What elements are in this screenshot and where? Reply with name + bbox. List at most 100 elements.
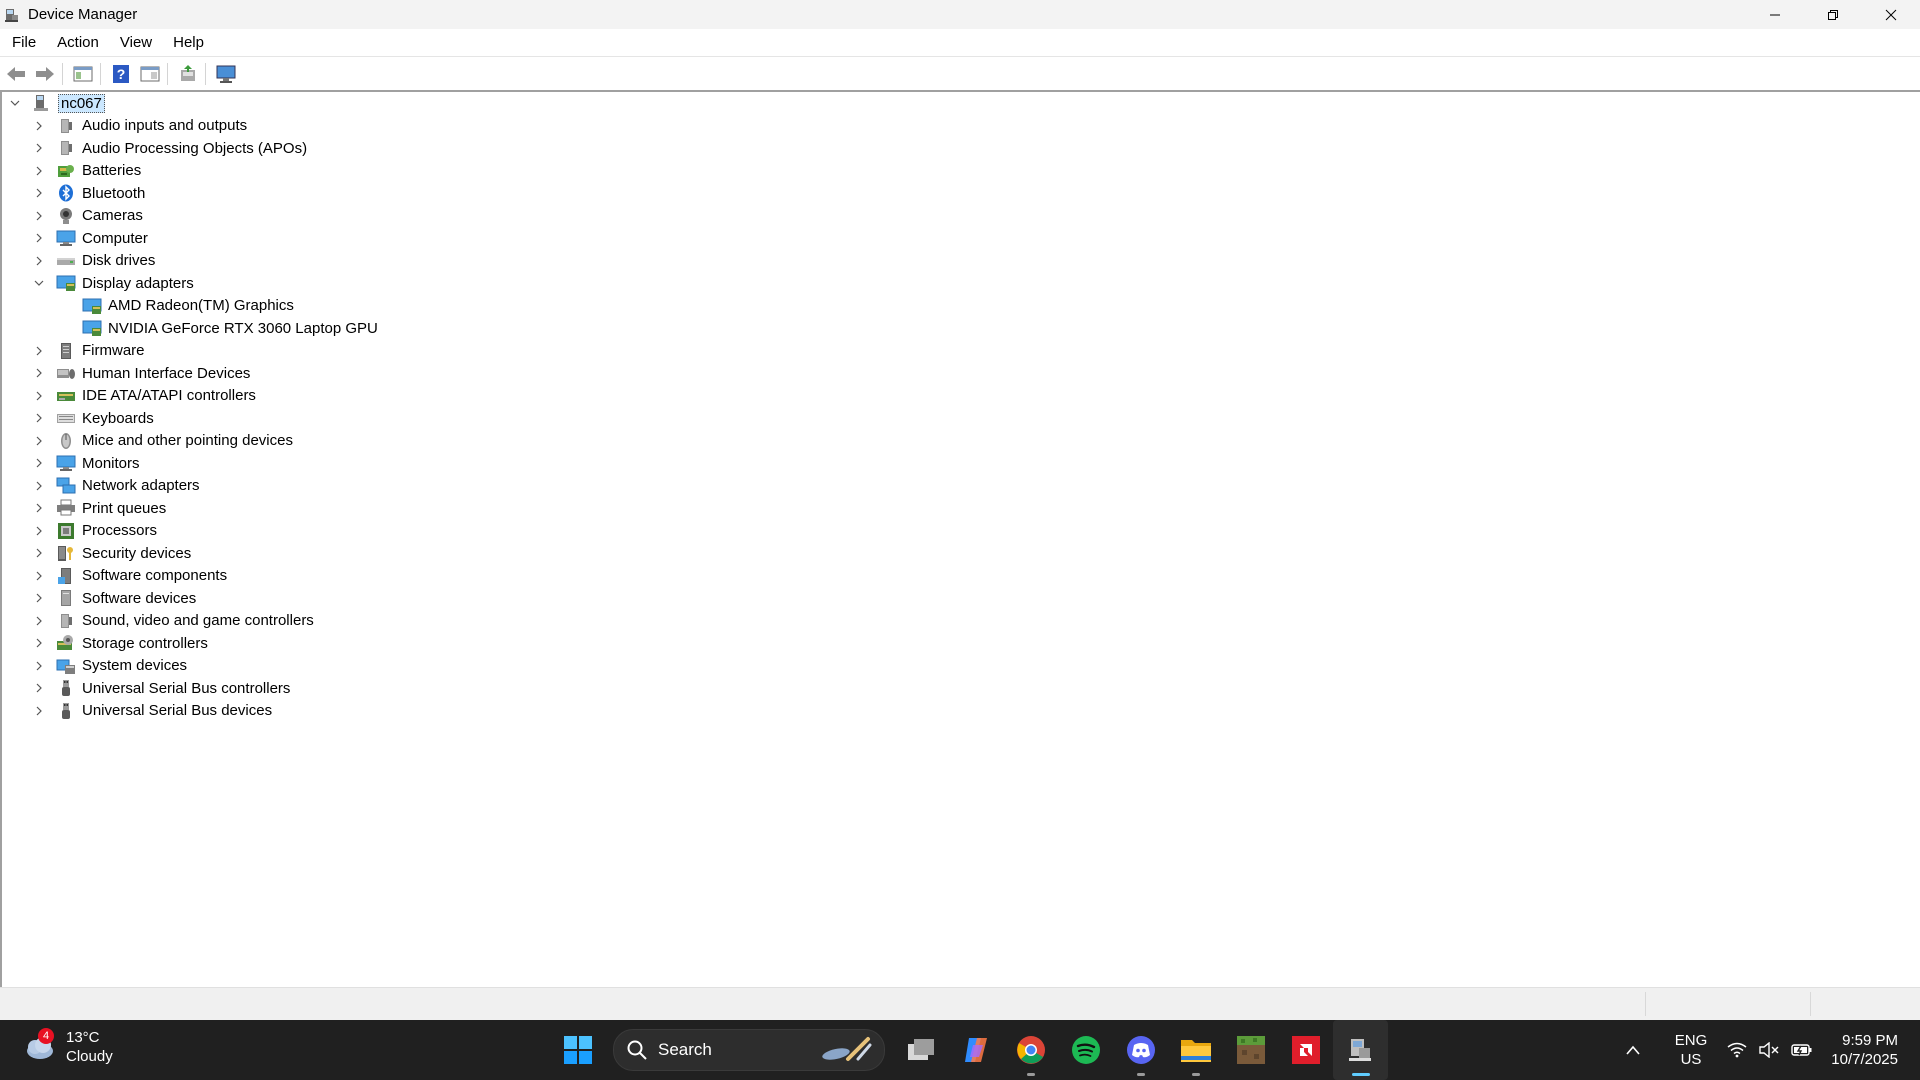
chevron-right-icon[interactable] <box>32 340 46 362</box>
chevron-right-icon[interactable] <box>32 182 46 204</box>
chrome-button[interactable] <box>1003 1020 1058 1080</box>
restore-button[interactable] <box>1804 0 1862 29</box>
tree-category-cameras[interactable]: Cameras <box>32 205 143 227</box>
discord-button[interactable] <box>1113 1020 1168 1080</box>
tree-category-system-devices[interactable]: System devices <box>32 655 187 677</box>
minecraft-button[interactable] <box>1223 1020 1278 1080</box>
tree-category-print-queues[interactable]: Print queues <box>32 497 166 519</box>
menu-view[interactable]: View <box>108 34 161 51</box>
tree-category-display-adapters[interactable]: Display adapters <box>32 272 194 294</box>
bluetooth-icon <box>56 184 76 202</box>
close-button[interactable] <box>1862 0 1920 29</box>
amd-software-button[interactable] <box>1278 1020 1333 1080</box>
chevron-right-icon[interactable] <box>32 497 46 519</box>
clock[interactable]: 9:59 PM 10/7/2025 <box>1831 1031 1898 1069</box>
tree-item-label: Mice and other pointing devices <box>82 432 293 449</box>
chevron-right-icon[interactable] <box>32 542 46 564</box>
chevron-right-icon[interactable] <box>32 385 46 407</box>
chevron-right-icon[interactable] <box>32 610 46 632</box>
tree-device-nvidia-geforce-rtx-3060-laptop-gpu[interactable]: NVIDIA GeForce RTX 3060 Laptop GPU <box>56 317 378 339</box>
chevron-right-icon[interactable] <box>32 565 46 587</box>
tree-category-security-devices[interactable]: Security devices <box>32 542 191 564</box>
speaker-icon <box>56 117 76 135</box>
back-button[interactable] <box>3 62 29 86</box>
properties-icon <box>140 66 160 81</box>
title-bar: Device Manager <box>0 0 1920 29</box>
update-driver-button[interactable] <box>175 62 201 86</box>
windows-logo-icon <box>563 1036 592 1064</box>
tree-category-firmware[interactable]: Firmware <box>32 340 145 362</box>
network-icon <box>56 477 76 495</box>
help-button[interactable]: ? <box>108 62 134 86</box>
chevron-right-icon[interactable] <box>32 115 46 137</box>
taskbar-apps: Search <box>550 1020 1388 1080</box>
tree-category-bluetooth[interactable]: Bluetooth <box>32 182 145 204</box>
chevron-right-icon[interactable] <box>32 655 46 677</box>
chevron-right-icon[interactable] <box>32 160 46 182</box>
start-button[interactable] <box>550 1020 605 1080</box>
tree-category-keyboards[interactable]: Keyboards <box>32 407 154 429</box>
language-indicator[interactable]: ENG US <box>1675 1031 1708 1069</box>
chevron-right-icon[interactable] <box>32 227 46 249</box>
tree-category-mice-and-other-pointing-devices[interactable]: Mice and other pointing devices <box>32 430 293 452</box>
menu-help[interactable]: Help <box>161 34 213 51</box>
tree-category-batteries[interactable]: Batteries <box>32 160 141 182</box>
chevron-right-icon[interactable] <box>32 430 46 452</box>
chevron-right-icon[interactable] <box>32 475 46 497</box>
active-indicator <box>1351 1073 1370 1076</box>
task-view-button[interactable] <box>893 1020 948 1080</box>
tree-category-human-interface-devices[interactable]: Human Interface Devices <box>32 362 250 384</box>
chevron-right-icon[interactable] <box>32 362 46 384</box>
tree-category-storage-controllers[interactable]: Storage controllers <box>32 632 208 654</box>
scan-hardware-changes-button[interactable] <box>213 62 239 86</box>
properties-button[interactable] <box>137 62 163 86</box>
chevron-right-icon[interactable] <box>32 520 46 542</box>
tree-category-monitors[interactable]: Monitors <box>32 452 140 474</box>
chevron-right-icon[interactable] <box>32 407 46 429</box>
monitor-icon <box>56 454 76 472</box>
menu-file[interactable]: File <box>0 34 45 51</box>
show-hide-console-tree-button[interactable] <box>70 62 96 86</box>
chevron-down-icon[interactable] <box>8 92 22 114</box>
chevron-right-icon[interactable] <box>32 137 46 159</box>
menu-action[interactable]: Action <box>45 34 108 51</box>
tree-category-processors[interactable]: Processors <box>32 520 157 542</box>
tree-category-ide-ata-atapi-controllers[interactable]: IDE ATA/ATAPI controllers <box>32 385 256 407</box>
copilot-button[interactable] <box>948 1020 1003 1080</box>
tree-device-amd-radeon-tm-graphics[interactable]: AMD Radeon(TM) Graphics <box>56 295 294 317</box>
file-explorer-button[interactable] <box>1168 1020 1223 1080</box>
usb-icon <box>56 702 76 720</box>
show-hidden-icons-button[interactable] <box>1625 1044 1641 1056</box>
chevron-down-icon[interactable] <box>32 272 46 294</box>
tree-category-computer[interactable]: Computer <box>32 227 148 249</box>
taskbar-search-box[interactable]: Search <box>613 1029 885 1071</box>
tree-category-sound-video-and-game-controllers[interactable]: Sound, video and game controllers <box>32 610 314 632</box>
spotify-button[interactable] <box>1058 1020 1113 1080</box>
wifi-icon[interactable] <box>1727 1042 1747 1058</box>
tree-category-universal-serial-bus-devices[interactable]: Universal Serial Bus devices <box>32 700 272 722</box>
chevron-right-icon[interactable] <box>32 632 46 654</box>
forward-button[interactable] <box>32 62 58 86</box>
chevron-right-icon[interactable] <box>32 250 46 272</box>
chevron-right-icon[interactable] <box>32 205 46 227</box>
chevron-right-icon[interactable] <box>32 587 46 609</box>
tree-root-computer[interactable]: nc067 <box>8 92 105 114</box>
tree-item-label: Security devices <box>82 544 192 562</box>
tree-category-network-adapters[interactable]: Network adapters <box>32 475 200 497</box>
minimize-button[interactable] <box>1746 0 1804 29</box>
tree-category-software-devices[interactable]: Software devices <box>32 587 196 609</box>
tree-category-audio-processing-objects-apos[interactable]: Audio Processing Objects (APOs) <box>32 137 307 159</box>
tree-category-audio-inputs-and-outputs[interactable]: Audio inputs and outputs <box>32 115 247 137</box>
tree-category-disk-drives[interactable]: Disk drives <box>32 250 155 272</box>
tree-category-software-components[interactable]: Software components <box>32 565 227 587</box>
display-adapter-icon <box>82 319 102 337</box>
volume-muted-icon[interactable] <box>1759 1042 1779 1058</box>
tree-category-universal-serial-bus-controllers[interactable]: Universal Serial Bus controllers <box>32 677 290 699</box>
monitor-icon <box>56 229 76 247</box>
chevron-right-icon[interactable] <box>32 677 46 699</box>
battery-charging-icon[interactable] <box>1791 1043 1813 1057</box>
weather-widget[interactable]: 4 13°C Cloudy <box>22 1028 113 1066</box>
chevron-right-icon[interactable] <box>32 452 46 474</box>
device-manager-taskbar-button[interactable] <box>1333 1020 1388 1080</box>
chevron-right-icon[interactable] <box>32 700 46 722</box>
